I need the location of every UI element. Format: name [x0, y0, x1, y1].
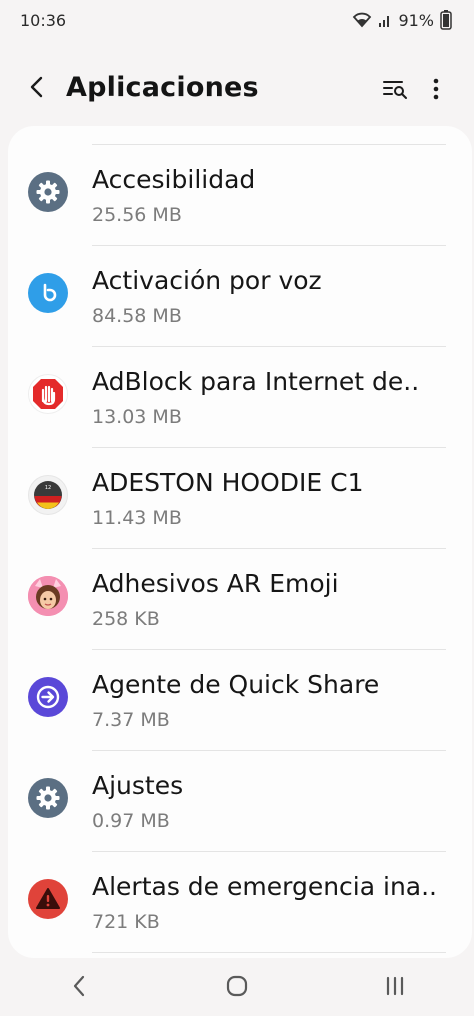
nav-recents-icon — [384, 975, 406, 1001]
nav-recents-button[interactable] — [365, 966, 425, 1010]
nav-back-button[interactable] — [49, 966, 109, 1010]
svg-text:12: 12 — [45, 485, 51, 491]
app-item-activacion-por-voz[interactable]: Activación por voz 84.58 MB — [8, 246, 472, 347]
status-time: 10:36 — [20, 10, 67, 30]
app-size: 84.58 MB — [92, 305, 182, 327]
ar-emoji-avatar-icon — [28, 576, 68, 616]
gear-icon — [28, 778, 68, 818]
page-title: Aplicaciones — [66, 72, 259, 103]
nav-home-button[interactable] — [207, 966, 267, 1010]
app-size: 258 KB — [92, 608, 160, 630]
app-item-adeston-hoodie[interactable]: 12 ADESTON HOODIE C1 11.43 MB — [8, 448, 472, 549]
filter-search-button[interactable] — [378, 74, 412, 108]
app-name: Activación por voz — [92, 266, 322, 295]
app-bar: Aplicaciones — [0, 58, 474, 122]
app-item-alertas-de-emergencia[interactable]: Alertas de emergencia ina.. 721 KB — [8, 852, 472, 953]
signal-icon — [378, 13, 392, 27]
app-size: 0.97 MB — [92, 810, 170, 832]
nav-back-icon — [72, 975, 86, 1001]
app-list[interactable]: Accesibilidad 25.56 MB Activación por vo… — [8, 126, 472, 958]
gear-icon — [28, 172, 68, 212]
app-name: Accesibilidad — [92, 165, 256, 194]
app-item-adhesivos-ar-emoji[interactable]: Adhesivos AR Emoji 258 KB — [8, 549, 472, 650]
status-icons: 91% — [352, 10, 452, 30]
app-name: Ajustes — [92, 771, 184, 800]
app-item-ajustes[interactable]: Ajustes 0.97 MB — [8, 751, 472, 852]
watchface-icon: 12 — [28, 475, 68, 515]
quick-share-icon — [28, 677, 68, 717]
filter-search-icon — [382, 78, 408, 104]
app-size: 11.43 MB — [92, 507, 182, 529]
app-name: ADESTON HOODIE C1 — [92, 468, 364, 497]
app-name: Alertas de emergencia ina.. — [92, 872, 438, 901]
more-vert-icon — [433, 78, 439, 104]
more-options-button[interactable] — [422, 74, 450, 108]
app-name: AdBlock para Internet de.. — [92, 367, 420, 396]
wifi-icon — [352, 12, 372, 28]
nav-home-icon — [226, 975, 248, 1001]
bixby-icon — [28, 273, 68, 313]
divider — [92, 952, 446, 953]
status-bar: 10:36 91% — [0, 0, 474, 40]
battery-level: 91% — [398, 10, 434, 30]
app-name: Agente de Quick Share — [92, 670, 380, 699]
back-button[interactable] — [20, 72, 54, 106]
app-name: Adhesivos AR Emoji — [92, 569, 339, 598]
app-size: 13.03 MB — [92, 406, 182, 428]
app-item-adblock[interactable]: AdBlock para Internet de.. 13.03 MB — [8, 347, 472, 448]
back-icon — [28, 76, 46, 102]
adblock-hand-icon — [28, 374, 68, 414]
app-item-quick-share[interactable]: Agente de Quick Share 7.37 MB — [8, 650, 472, 751]
app-size: 7.37 MB — [92, 709, 170, 731]
app-item-accesibilidad[interactable]: Accesibilidad 25.56 MB — [8, 145, 472, 246]
battery-icon — [440, 10, 452, 30]
app-size: 25.56 MB — [92, 204, 182, 226]
app-size: 721 KB — [92, 911, 160, 933]
warning-icon — [28, 879, 68, 919]
navigation-bar — [0, 960, 474, 1016]
